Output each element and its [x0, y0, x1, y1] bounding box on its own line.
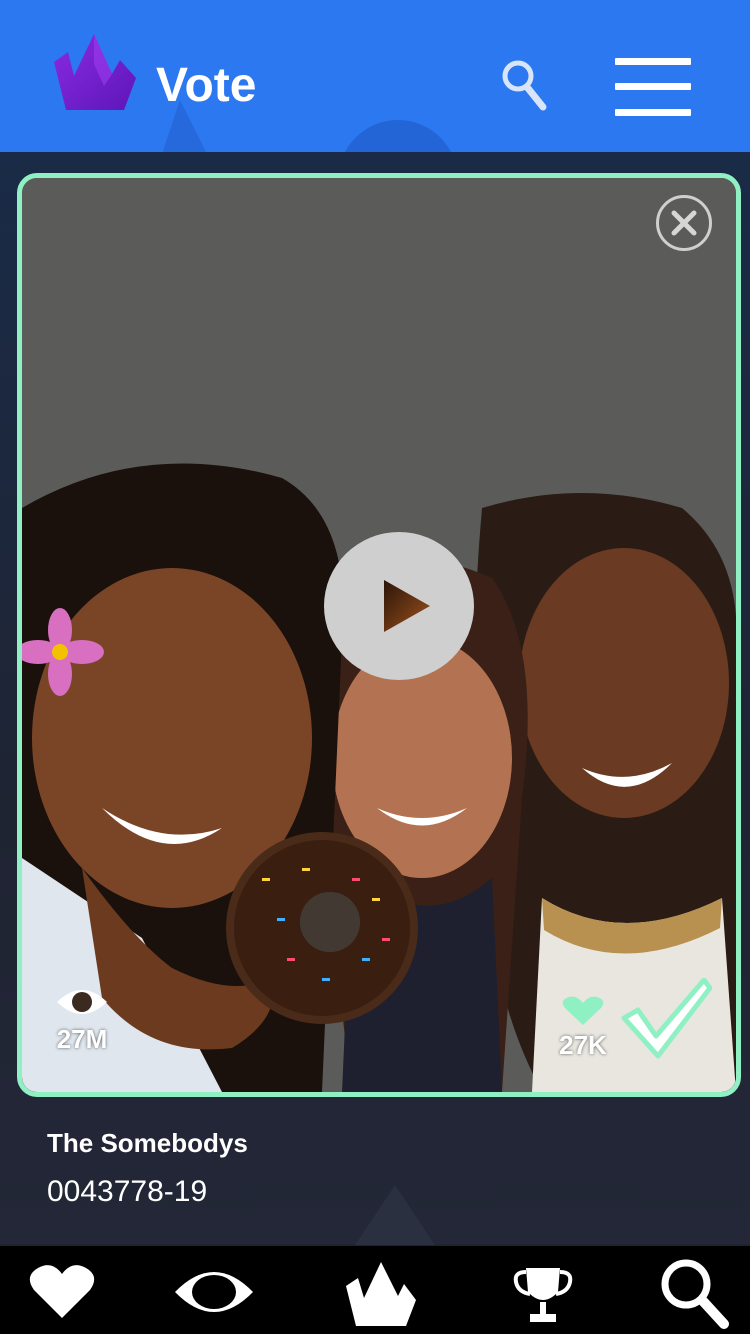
nav-eye-icon[interactable] — [173, 1246, 255, 1334]
bottom-nav — [0, 1246, 750, 1334]
likes-count: 27K — [559, 1030, 607, 1060]
play-icon — [384, 580, 430, 632]
vote-checkmark-button[interactable] — [620, 978, 712, 1060]
views-counter: 27M — [50, 984, 114, 1053]
close-button[interactable] — [656, 195, 712, 251]
nav-trophy-icon[interactable] — [512, 1246, 574, 1334]
heart-icon — [562, 996, 604, 1025]
nav-crown-logo-icon[interactable] — [344, 1246, 418, 1334]
eye-icon — [57, 990, 107, 1014]
hamburger-menu-icon[interactable] — [615, 58, 691, 116]
page-title: Vote — [156, 59, 257, 112]
close-icon — [671, 210, 697, 236]
entry-id: 0043778-19 — [47, 1175, 208, 1208]
entry-name: The Somebodys — [47, 1128, 248, 1158]
likes-counter: 27K — [553, 996, 613, 1059]
views-count: 27M — [56, 1024, 108, 1054]
app-header: Vote — [0, 0, 750, 152]
background-decoration — [355, 1185, 435, 1245]
nav-search-icon[interactable] — [658, 1246, 732, 1334]
header-decoration — [338, 120, 458, 152]
search-icon[interactable] — [500, 58, 548, 112]
entry-card[interactable]: 27M 27K — [17, 173, 741, 1097]
play-button[interactable] — [324, 532, 474, 680]
crown-logo-icon[interactable] — [54, 34, 136, 110]
nav-heart-icon[interactable] — [28, 1246, 96, 1334]
